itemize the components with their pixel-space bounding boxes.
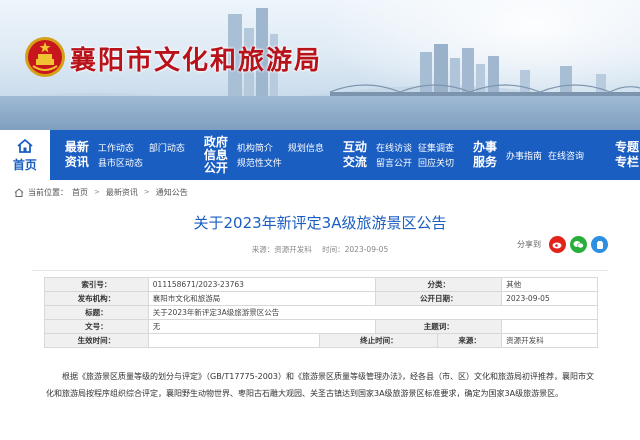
- nav-sub-responses[interactable]: 回应关切: [418, 156, 454, 169]
- article-source: 来源：资源开发科: [251, 245, 312, 254]
- divider: [32, 270, 608, 271]
- docno-key: 文号：: [44, 319, 149, 334]
- breadcrumb-home[interactable]: 首页: [72, 187, 88, 198]
- article-title: 关于2023年新评定3A级旅游景区公告: [193, 214, 447, 232]
- nav-sub-public-messages[interactable]: 留言公开: [376, 156, 412, 169]
- source-key: 来源：: [437, 333, 503, 348]
- site-title: 襄阳市文化和旅游局: [70, 46, 323, 76]
- title-key: 标题：: [44, 305, 149, 320]
- source-value: 资源开发科: [501, 333, 598, 348]
- category-key: 分类：: [375, 277, 503, 292]
- nav-group-special: 专题专栏: [584, 130, 640, 180]
- topic-key: 主题词：: [375, 319, 503, 334]
- index-value: 011158671/2023-23763: [147, 277, 377, 292]
- article-meta: 来源：资源开发科 时间：2023-09-05 分享到: [0, 234, 640, 270]
- article-body: 根据《旅游景区质量等级的划分与评定》（GB/T17775-2003）和《旅游景区…: [46, 372, 594, 398]
- nav-main-interaction[interactable]: 互动交流: [342, 140, 368, 170]
- emblem-icon: [25, 37, 65, 77]
- table-row: 标题： 关于2023年新评定3A级旅游景区公告: [44, 305, 599, 320]
- title-value: 关于2023年新评定3A级旅游景区公告: [147, 305, 599, 320]
- weibo-icon[interactable]: [549, 236, 566, 253]
- share-label: 分享到: [517, 240, 541, 249]
- house-icon: [14, 187, 24, 197]
- info-table: 索引号： 011158671/2023-23763 分类： 其他 发布机构： 襄…: [44, 277, 599, 348]
- chevron-icon: >: [94, 188, 100, 196]
- publisher-key: 发布机构：: [44, 291, 149, 306]
- docno-value: 无: [147, 319, 377, 334]
- nav-sub-work-news[interactable]: 工作动态: [98, 141, 143, 154]
- article-date: 时间：2023-09-05: [322, 245, 389, 254]
- share-bar: 分享到: [517, 236, 608, 253]
- nav-group-disclosure: 政府信息公开 机构简介 规划信息 规范性文件: [185, 130, 324, 180]
- nav-sub-survey[interactable]: 征集调查: [418, 141, 454, 154]
- river-water: [0, 96, 640, 130]
- breadcrumb: 当前位置： 首页 > 最新资讯 > 通知公告: [0, 182, 640, 202]
- pubdate-key: 公开日期：: [375, 291, 503, 306]
- home-icon: [17, 138, 33, 153]
- nav-sub-county-news[interactable]: 县市区动态: [98, 156, 143, 169]
- nav-group-news: 最新资讯 工作动态 部门动态 县市区动态: [50, 130, 185, 180]
- breadcrumb-prefix: 当前位置：: [28, 187, 68, 197]
- nav-group-services: 办事服务 办事指南 在线咨询: [454, 130, 584, 180]
- table-row: 文号： 无 主题词：: [44, 319, 598, 334]
- nav-sub-guide[interactable]: 办事指南: [506, 149, 542, 162]
- topic-value: [501, 319, 598, 334]
- nav-main-special[interactable]: 专题专栏: [614, 140, 640, 170]
- nav-home-label: 首页: [12, 157, 37, 172]
- table-row: 索引号： 011158671/2023-23763 分类： 其他: [44, 277, 598, 292]
- header-banner: 襄阳市文化和旅游局: [0, 0, 640, 130]
- nav-sub-normative-docs[interactable]: 规范性文件: [237, 156, 282, 169]
- pubdate-value: 2023-09-05: [501, 291, 598, 306]
- index-key: 索引号：: [44, 277, 149, 292]
- table-row: 发布机构： 襄阳市文化和旅游局 公开日期： 2023-09-05: [44, 291, 598, 306]
- breadcrumb-news[interactable]: 最新资讯: [106, 187, 138, 198]
- main-nav: 首页 最新资讯 工作动态 部门动态 县市区动态 政府信息公开 机构简介 规划信息…: [0, 130, 640, 180]
- breadcrumb-notices[interactable]: 通知公告: [156, 187, 188, 198]
- nav-sub-online-interview[interactable]: 在线访谈: [376, 141, 412, 154]
- nav-main-disclosure[interactable]: 政府信息公开: [203, 135, 229, 175]
- nav-group-interaction: 互动交流 在线访谈 征集调查 留言公开 回应关切: [324, 130, 454, 180]
- nav-sub-org-intro[interactable]: 机构简介: [237, 141, 282, 154]
- chevron-icon: >: [143, 188, 150, 196]
- effective-value: [147, 333, 321, 348]
- nav-sub-dept-news[interactable]: 部门动态: [149, 141, 185, 154]
- expire-key: 终止时间：: [319, 333, 439, 348]
- effective-key: 生效时间：: [44, 333, 149, 348]
- nav-sub-planning[interactable]: 规划信息: [288, 141, 324, 154]
- nav-home[interactable]: 首页: [0, 130, 50, 180]
- nav-main-news[interactable]: 最新资讯: [64, 140, 90, 170]
- table-row: 生效时间： 终止时间： 来源： 资源开发科: [44, 333, 598, 348]
- category-value: 其他: [501, 277, 598, 292]
- wechat-icon[interactable]: [570, 236, 587, 253]
- nav-main-services[interactable]: 办事服务: [472, 140, 498, 170]
- qzone-icon[interactable]: [591, 236, 608, 253]
- publisher-value: 襄阳市文化和旅游局: [147, 291, 377, 306]
- nav-sub-consult[interactable]: 在线咨询: [548, 149, 584, 162]
